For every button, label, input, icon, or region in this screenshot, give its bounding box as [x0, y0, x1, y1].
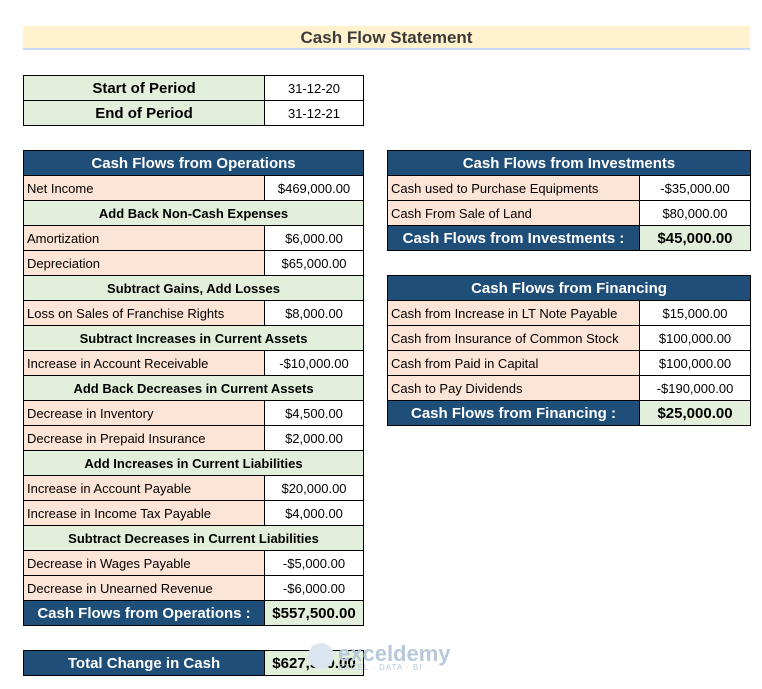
row-value[interactable]: $2,000.00 — [263, 425, 365, 451]
row-label[interactable]: Increase in Account Receivable — [23, 350, 265, 376]
logo-icon — [308, 643, 334, 669]
row-value[interactable]: $100,000.00 — [638, 350, 752, 376]
row-label[interactable]: Depreciation — [23, 250, 265, 276]
row-value[interactable]: $15,000.00 — [638, 300, 752, 326]
row-value[interactable]: $100,000.00 — [638, 325, 752, 351]
row-value[interactable]: -$5,000.00 — [263, 550, 365, 576]
total-change-label[interactable]: Total Change in Cash — [23, 650, 265, 676]
row-label[interactable]: Cash from Insurance of Common Stock — [387, 325, 640, 351]
row-label[interactable]: Cash from Paid in Capital — [387, 350, 640, 376]
row-label[interactable]: Cash to Pay Dividends — [387, 375, 640, 401]
row-label[interactable]: Cash From Sale of Land — [387, 200, 640, 226]
row-value[interactable]: $8,000.00 — [263, 300, 365, 326]
row-value[interactable]: -$190,000.00 — [638, 375, 752, 401]
row-label[interactable]: Amortization — [23, 225, 265, 251]
row-label[interactable]: Cash used to Purchase Equipments — [387, 175, 640, 201]
period-table: Start of Period 31-12-20 End of Period 3… — [23, 75, 364, 126]
section-heading[interactable]: Subtract Increases in Current Assets — [22, 325, 365, 351]
operations-total-value[interactable]: $557,500.00 — [263, 600, 365, 626]
row-label[interactable]: Increase in Account Payable — [23, 475, 265, 501]
watermark-logo: exceldemy EXCEL · DATA · BI — [308, 641, 458, 673]
financing-total-value[interactable]: $25,000.00 — [638, 400, 752, 426]
row-value[interactable]: $6,000.00 — [263, 225, 365, 251]
net-income-label[interactable]: Net Income — [23, 175, 265, 201]
row-value[interactable]: $65,000.00 — [263, 250, 365, 276]
section-heading[interactable]: Subtract Decreases in Current Liabilitie… — [22, 525, 365, 551]
row-label[interactable]: Decrease in Prepaid Insurance — [23, 425, 265, 451]
row-value[interactable]: -$6,000.00 — [263, 575, 365, 601]
row-value[interactable]: -$10,000.00 — [263, 350, 365, 376]
row-value[interactable]: $80,000.00 — [639, 200, 751, 226]
row-value[interactable]: $4,500.00 — [263, 400, 365, 426]
row-label[interactable]: Loss on Sales of Franchise Rights — [23, 300, 265, 326]
row-value[interactable]: $4,000.00 — [263, 500, 365, 526]
sheet-title: Cash Flow Statement — [23, 26, 750, 50]
operations-header[interactable]: Cash Flows from Operations — [22, 150, 365, 176]
logo-tagline: EXCEL · DATA · BI — [338, 663, 423, 672]
investments-total-label[interactable]: Cash Flows from Investments : — [387, 225, 640, 251]
section-heading[interactable]: Add Back Decreases in Current Assets — [22, 375, 365, 401]
row-label[interactable]: Decrease in Unearned Revenue — [23, 575, 265, 601]
start-period-value[interactable]: 31-12-20 — [264, 75, 364, 101]
row-label[interactable]: Cash from Increase in LT Note Payable — [387, 300, 640, 326]
operations-total-label[interactable]: Cash Flows from Operations : — [23, 600, 265, 626]
end-period-label[interactable]: End of Period — [23, 100, 265, 126]
section-heading[interactable]: Add Increases in Current Liabilities — [22, 450, 365, 476]
investments-header[interactable]: Cash Flows from Investments — [387, 150, 751, 176]
operations-table: Cash Flows from Operations Net Income $4… — [22, 150, 365, 626]
section-heading[interactable]: Subtract Gains, Add Losses — [22, 275, 365, 301]
investments-total-value[interactable]: $45,000.00 — [639, 225, 751, 251]
start-period-label[interactable]: Start of Period — [23, 75, 265, 101]
end-period-value[interactable]: 31-12-21 — [264, 100, 364, 126]
row-value[interactable]: -$35,000.00 — [639, 175, 751, 201]
row-label[interactable]: Decrease in Inventory — [23, 400, 265, 426]
row-label[interactable]: Decrease in Wages Payable — [23, 550, 265, 576]
financing-header[interactable]: Cash Flows from Financing — [386, 275, 752, 301]
section-heading[interactable]: Add Back Non-Cash Expenses — [22, 200, 365, 226]
row-value[interactable]: $20,000.00 — [263, 475, 365, 501]
financing-total-label[interactable]: Cash Flows from Financing : — [387, 400, 640, 426]
financing-table: Cash Flows from Financing Cash from Incr… — [386, 275, 752, 426]
investments-table: Cash Flows from Investments Cash used to… — [387, 150, 751, 251]
row-label[interactable]: Increase in Income Tax Payable — [23, 500, 265, 526]
net-income-value[interactable]: $469,000.00 — [263, 175, 365, 201]
